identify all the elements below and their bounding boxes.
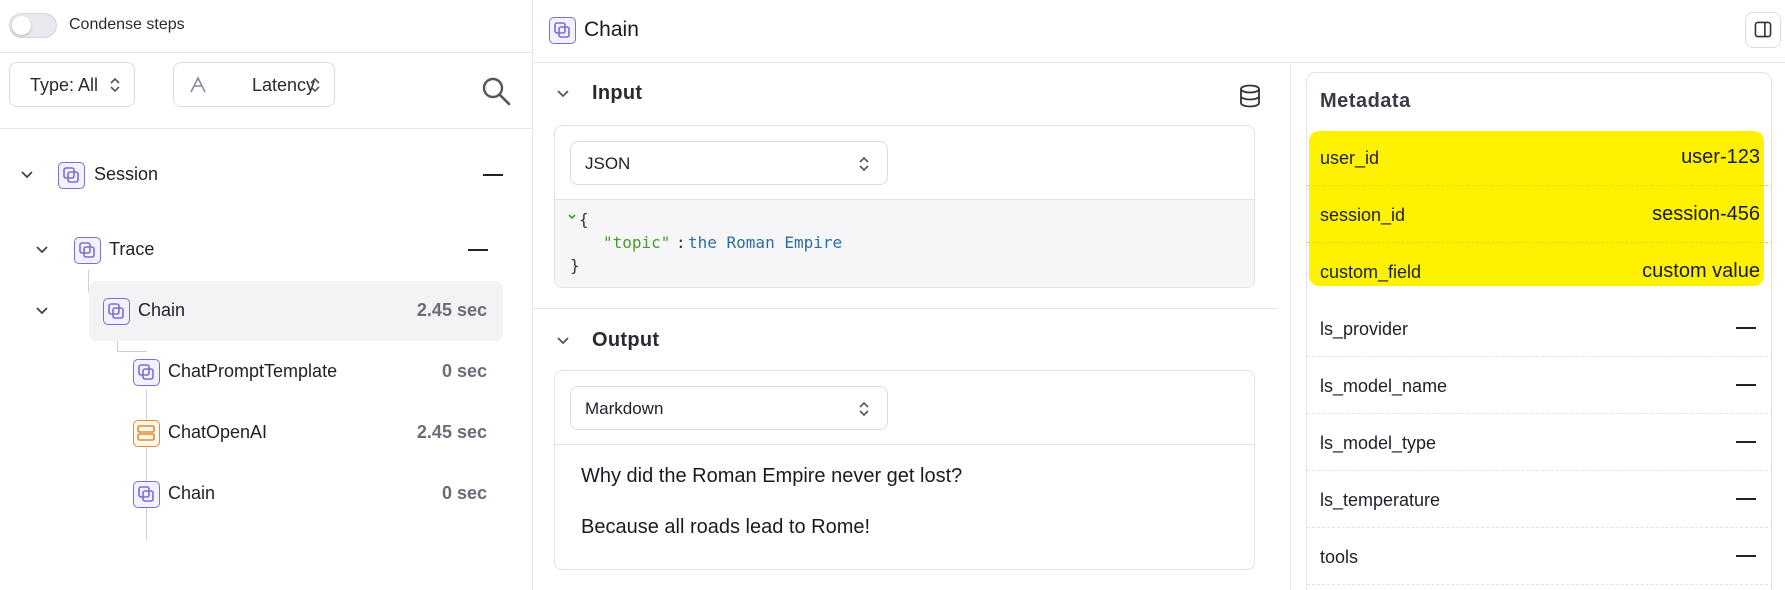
output-markdown: Why did the Roman Empire never get lost?… [555, 444, 1254, 538]
tree-row-latency: 0 sec [441, 361, 487, 381]
input-card: JSON { "topic" : the Roman Empire } [554, 125, 1255, 288]
latency-icon [190, 76, 206, 93]
run-title: Chain [584, 18, 639, 41]
json-value: the Roman Empire [688, 233, 843, 252]
chevron-updown-icon [859, 156, 869, 172]
type-filter-label: Type: All [30, 75, 99, 95]
tree-row-latency: 2.45 sec [416, 422, 487, 442]
chevron-down-icon[interactable] [33, 240, 51, 258]
empty-value-dash [1736, 555, 1756, 557]
chevron-down-icon[interactable] [554, 84, 572, 102]
tree-row-trace[interactable]: Trace [0, 220, 533, 280]
output-format-select[interactable]: Markdown [570, 386, 888, 430]
input-format-select[interactable]: JSON [570, 141, 888, 185]
chain-icon [549, 17, 576, 44]
metadata-row: ls_model_type [1307, 414, 1771, 471]
latency-label: Latency [252, 75, 316, 95]
chain-icon [58, 162, 85, 189]
chain-icon [133, 481, 160, 508]
tree-row-chatopenai[interactable]: ChatOpenAI 2.45 sec [0, 403, 533, 463]
metadata-key: ls_model_name [1320, 376, 1448, 396]
run-header: Chain [534, 0, 1785, 63]
json-colon: : [676, 233, 686, 252]
type-filter-select[interactable]: Type: All [9, 62, 135, 107]
section-divider [534, 308, 1278, 309]
tree-row-chain-child[interactable]: Chain 0 sec [0, 464, 533, 524]
run-tree-pane: Condense steps Type: All Latency Session [0, 0, 533, 590]
chain-icon [74, 237, 101, 264]
output-card: Markdown Why did the Roman Empire never … [554, 370, 1255, 570]
chevron-down-icon[interactable] [18, 165, 36, 183]
tree-row-label: Chain [168, 483, 216, 503]
database-icon[interactable] [1238, 83, 1262, 109]
tree-row-chain-selected[interactable]: Chain 2.45 sec [0, 281, 533, 341]
metadata-key: ls_provider [1320, 319, 1409, 339]
metadata-title: Metadata [1320, 90, 1411, 112]
metadata-value: custom value [1642, 260, 1760, 282]
tree-row-latency: 2.45 sec [416, 300, 487, 320]
llm-icon [133, 420, 160, 447]
metadata-key: custom_field [1320, 262, 1422, 282]
metadata-row: ls_provider [1307, 300, 1771, 357]
condense-toggle[interactable] [9, 13, 57, 38]
empty-value-dash [1736, 441, 1756, 443]
tree-row-label: Trace [109, 239, 155, 259]
chevron-updown-icon [310, 77, 320, 93]
chain-icon [103, 298, 130, 325]
metadata-card: Metadata user_id user-123 session_id ses… [1306, 72, 1772, 590]
metadata-column: Metadata user_id user-123 session_id ses… [1290, 64, 1785, 590]
output-line: Why did the Roman Empire never get lost? [581, 465, 963, 487]
toggle-panel-button[interactable] [1745, 12, 1781, 48]
empty-value-dash [468, 249, 488, 251]
json-close-brace: } [570, 256, 580, 275]
metadata-key: user_id [1320, 148, 1380, 168]
condense-label: Condense steps [69, 16, 185, 33]
metadata-row: custom_field custom value [1307, 243, 1771, 300]
metadata-row: user_id user-123 [1307, 129, 1771, 186]
empty-value-dash [1736, 384, 1756, 386]
metadata-key: ls_model_type [1320, 433, 1437, 453]
filter-bar: Type: All Latency [0, 53, 533, 129]
tree-row-label: Session [94, 164, 159, 184]
output-format-label: Markdown [585, 399, 664, 418]
tree-row-label: ChatOpenAI [168, 422, 268, 442]
chevron-updown-icon [110, 77, 120, 93]
tree-row-chatprompttemplate[interactable]: ChatPromptTemplate 0 sec [0, 342, 533, 402]
metadata-key: ls_temperature [1320, 490, 1441, 510]
metadata-row: tools [1307, 528, 1771, 585]
json-key: "topic" [603, 233, 671, 252]
json-open-brace: { [579, 210, 589, 229]
tree-row-label: ChatPromptTemplate [168, 361, 338, 381]
toggle-knob [12, 16, 31, 35]
tree-row-session[interactable]: Session [0, 145, 533, 205]
chevron-down-icon[interactable] [33, 301, 51, 319]
condense-bar: Condense steps [0, 0, 533, 53]
metadata-row: session_id session-456 [1307, 186, 1771, 243]
empty-value-dash [1736, 498, 1756, 500]
metadata-value: user-123 [1681, 146, 1760, 168]
empty-value-dash [1736, 327, 1756, 329]
tree-row-latency: 0 sec [441, 483, 487, 503]
input-json-viewer: { "topic" : the Roman Empire } [555, 199, 1254, 287]
chain-icon [133, 359, 160, 386]
output-line: Because all roads lead to Rome! [581, 516, 871, 538]
input-format-label: JSON [585, 154, 631, 173]
io-column: Input JSON { "topic" : the Roman Empire … [534, 64, 1290, 590]
search-icon[interactable] [480, 75, 512, 107]
metadata-key: tools [1320, 547, 1359, 567]
latency-select[interactable]: Latency [173, 62, 335, 107]
metadata-row: ls_temperature [1307, 471, 1771, 528]
collapse-caret-icon[interactable] [567, 212, 577, 222]
metadata-key: session_id [1320, 205, 1406, 225]
tree-row-label: Chain [138, 300, 186, 320]
metadata-value: session-456 [1652, 203, 1760, 225]
chevron-down-icon[interactable] [554, 331, 572, 349]
metadata-row: ls_model_name [1307, 357, 1771, 414]
sidebar-panel-icon [1754, 21, 1772, 38]
empty-value-dash [483, 174, 503, 176]
output-section-title[interactable]: Output [592, 329, 659, 352]
input-section-title[interactable]: Input [592, 82, 642, 105]
chevron-updown-icon [859, 401, 869, 417]
